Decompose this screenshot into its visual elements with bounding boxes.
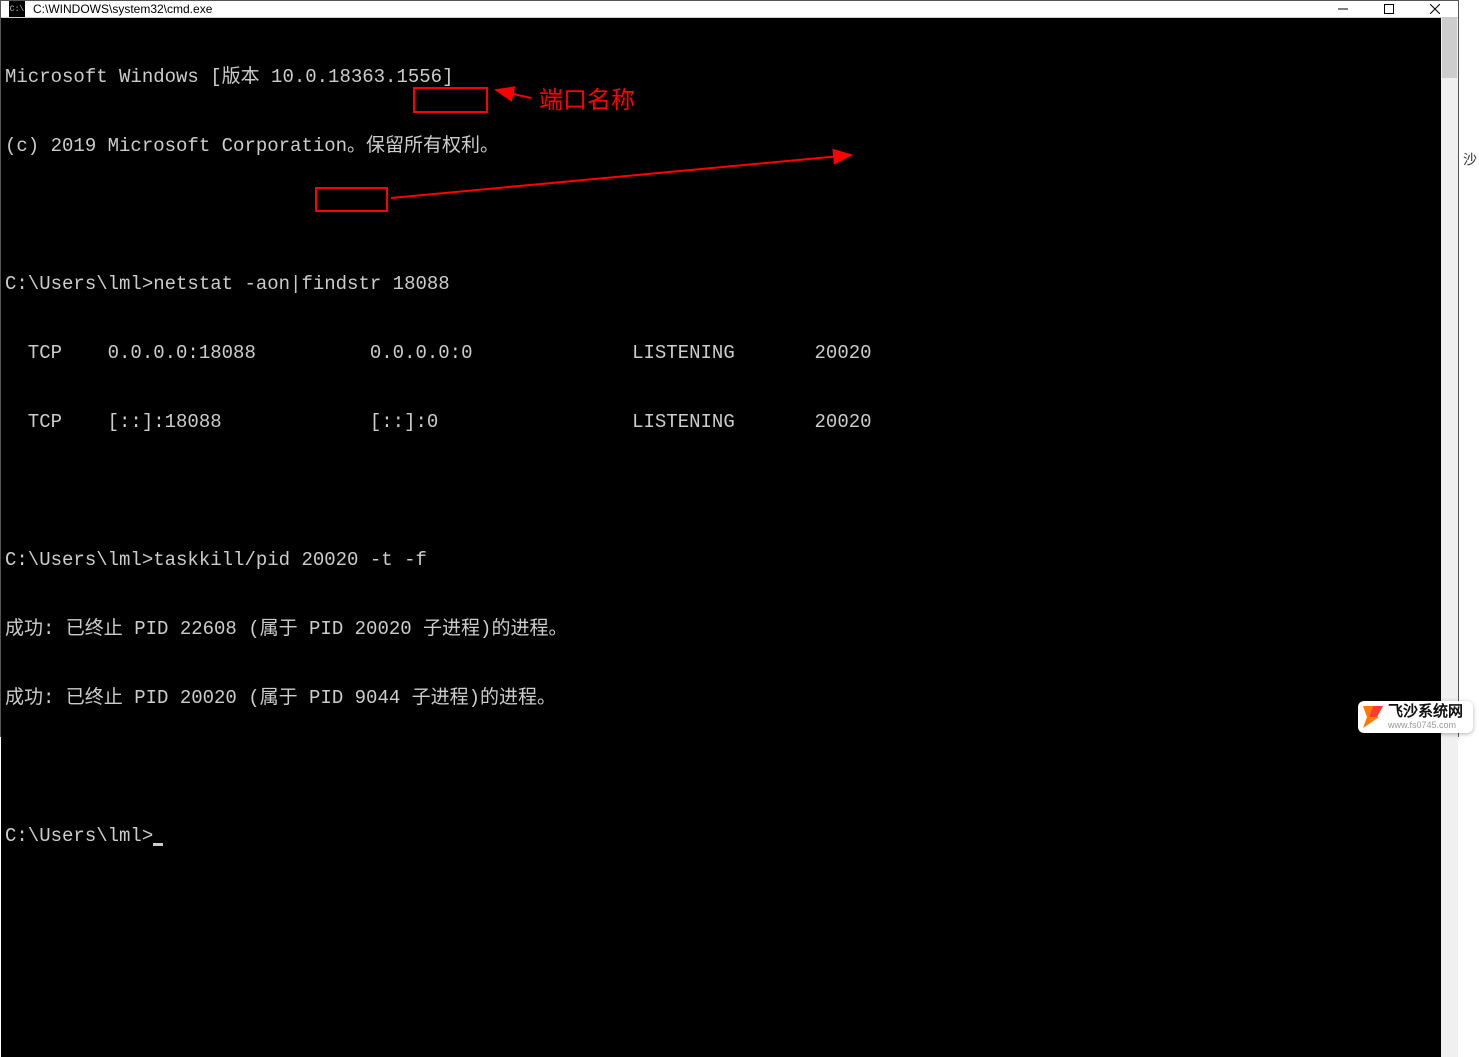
terminal-line: TCP 0.0.0.0:18088 0.0.0.0:0 LISTENING 20… <box>5 342 1437 365</box>
terminal-prompt: C:\Users\lml> <box>5 825 1437 848</box>
minimize-icon <box>1338 4 1348 14</box>
cmd-icon: C:\ <box>9 1 25 17</box>
maximize-button[interactable] <box>1366 1 1412 17</box>
maximize-icon <box>1384 4 1394 14</box>
terminal-line <box>5 480 1437 503</box>
window-title: C:\WINDOWS\system32\cmd.exe <box>33 2 1320 16</box>
annotation-box-port <box>413 87 488 113</box>
terminal-area: Microsoft Windows [版本 10.0.18363.1556] (… <box>1 18 1458 1057</box>
watermark-flag-icon <box>1363 706 1383 728</box>
terminal[interactable]: Microsoft Windows [版本 10.0.18363.1556] (… <box>1 18 1441 1057</box>
side-text-fragment: 沙 <box>1461 131 1479 186</box>
watermark-title: 飞沙系统网 <box>1388 704 1463 720</box>
terminal-line: C:\Users\lml>taskkill/pid 20020 -t -f <box>5 549 1437 572</box>
close-button[interactable] <box>1412 1 1458 17</box>
annotation-label-port: 端口名称 <box>539 89 635 112</box>
scrollbar-thumb[interactable] <box>1442 18 1457 78</box>
minimize-button[interactable] <box>1320 1 1366 17</box>
vertical-scrollbar[interactable] <box>1441 18 1458 1057</box>
terminal-line: 成功: 已终止 PID 22608 (属于 PID 20020 子进程)的进程。 <box>5 618 1437 641</box>
terminal-line: 成功: 已终止 PID 20020 (属于 PID 9044 子进程)的进程。 <box>5 687 1437 710</box>
watermark-badge: 飞沙系统网 www.fs0745.com <box>1358 701 1473 733</box>
terminal-line: C:\Users\lml>netstat -aon|findstr 18088 <box>5 273 1437 296</box>
terminal-line: (c) 2019 Microsoft Corporation。保留所有权利。 <box>5 135 1437 158</box>
terminal-line <box>5 204 1437 227</box>
annotation-arrows <box>1 18 1441 1057</box>
cmd-window: C:\ C:\WINDOWS\system32\cmd.exe Microsof… <box>0 0 1459 737</box>
terminal-line <box>5 756 1437 779</box>
watermark-url: www.fs0745.com <box>1388 720 1463 730</box>
cursor-icon <box>153 843 163 846</box>
close-icon <box>1430 4 1440 14</box>
terminal-line: TCP [::]:18088 [::]:0 LISTENING 20020 <box>5 411 1437 434</box>
titlebar[interactable]: C:\ C:\WINDOWS\system32\cmd.exe <box>1 1 1458 18</box>
window-controls <box>1320 1 1458 17</box>
terminal-line: Microsoft Windows [版本 10.0.18363.1556] <box>5 66 1437 89</box>
